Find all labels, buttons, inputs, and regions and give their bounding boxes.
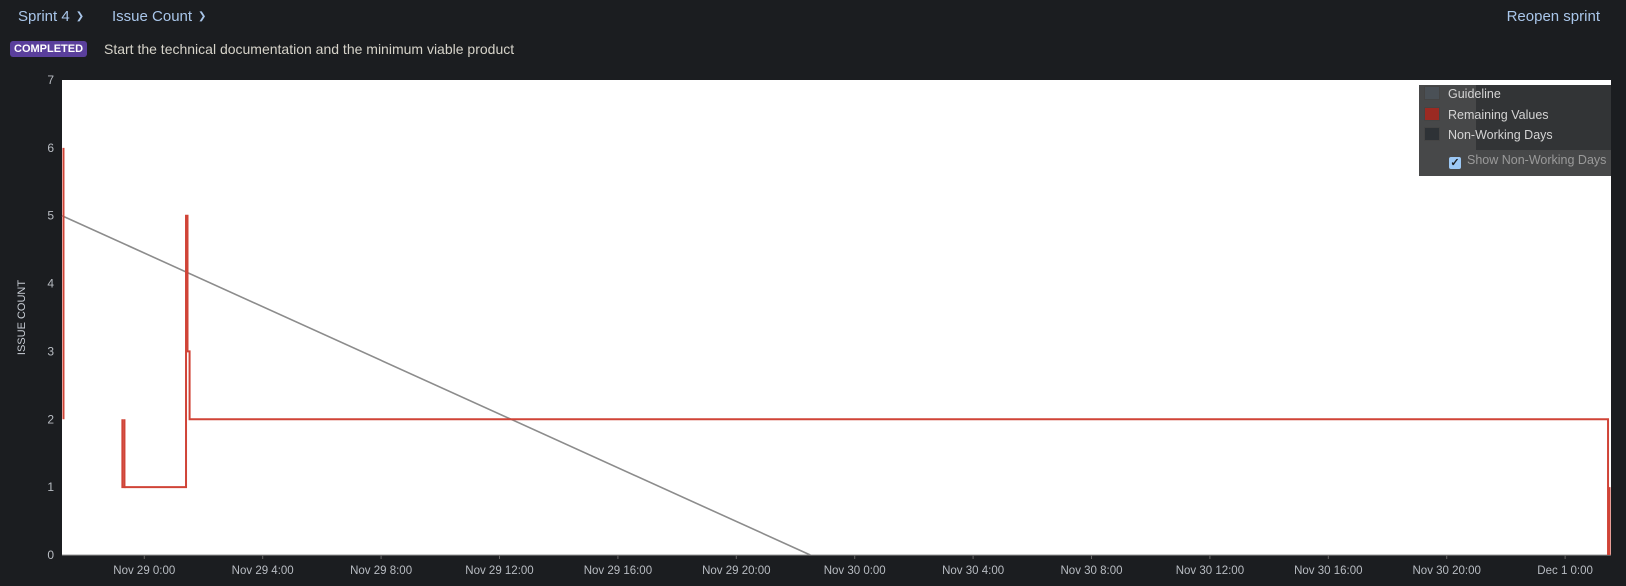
y-tick-label: 5 [47, 209, 54, 223]
x-tick-label: Nov 29 16:00 [584, 565, 652, 577]
x-tick-label: Nov 29 0:00 [113, 565, 175, 577]
checkbox-label: Show Non-Working Days [1467, 153, 1607, 167]
checkmark-icon: ✓ [1449, 157, 1461, 169]
x-tick-label: Nov 30 4:00 [942, 565, 1004, 577]
x-tick-label: Nov 29 8:00 [350, 565, 412, 577]
y-tick-label: 0 [47, 548, 54, 562]
y-tick-label: 3 [47, 344, 54, 358]
x-tick-label: Nov 30 16:00 [1294, 565, 1362, 577]
legend-item-remaining[interactable]: Remaining Values [1424, 106, 1549, 124]
legend-label: Non-Working Days [1448, 128, 1553, 142]
y-axis-label: ISSUE COUNT [16, 280, 28, 355]
y-tick-label: 2 [47, 412, 54, 426]
legend-label: Guideline [1448, 87, 1501, 101]
x-tick-label: Nov 30 8:00 [1061, 565, 1123, 577]
guideline-swatch [1424, 86, 1440, 100]
legend-item-guideline[interactable]: Guideline [1424, 85, 1501, 103]
x-tick-label: Nov 29 20:00 [702, 565, 770, 577]
y-tick-label: 1 [47, 480, 54, 494]
x-tick-label: Nov 30 12:00 [1176, 565, 1244, 577]
plot-area [62, 80, 1611, 555]
non-working-swatch [1424, 127, 1440, 141]
y-tick-label: 6 [47, 141, 54, 155]
y-tick-label: 7 [47, 73, 54, 87]
show-non-working-days-checkbox[interactable]: ✓ Show Non-Working Days [1449, 151, 1606, 169]
x-tick-label: Nov 30 20:00 [1413, 565, 1481, 577]
x-tick-label: Nov 29 4:00 [232, 565, 294, 577]
legend-label: Remaining Values [1448, 108, 1549, 122]
chart-legend: Guideline Remaining Values Non-Working D… [1419, 85, 1611, 176]
x-tick-label: Nov 29 12:00 [465, 565, 533, 577]
burndown-chart: 0 1 2 3 4 5 6 7 Nov 29 0:00 Nov 29 4:00 Nov 29 8:0… [16, 73, 1611, 577]
remaining-swatch [1424, 107, 1440, 121]
y-tick-label: 4 [47, 277, 54, 291]
x-tick-label: Nov 30 0:00 [824, 565, 886, 577]
legend-item-non-working[interactable]: Non-Working Days [1424, 126, 1553, 144]
x-tick-label: Dec 1 0:00 [1537, 565, 1593, 577]
